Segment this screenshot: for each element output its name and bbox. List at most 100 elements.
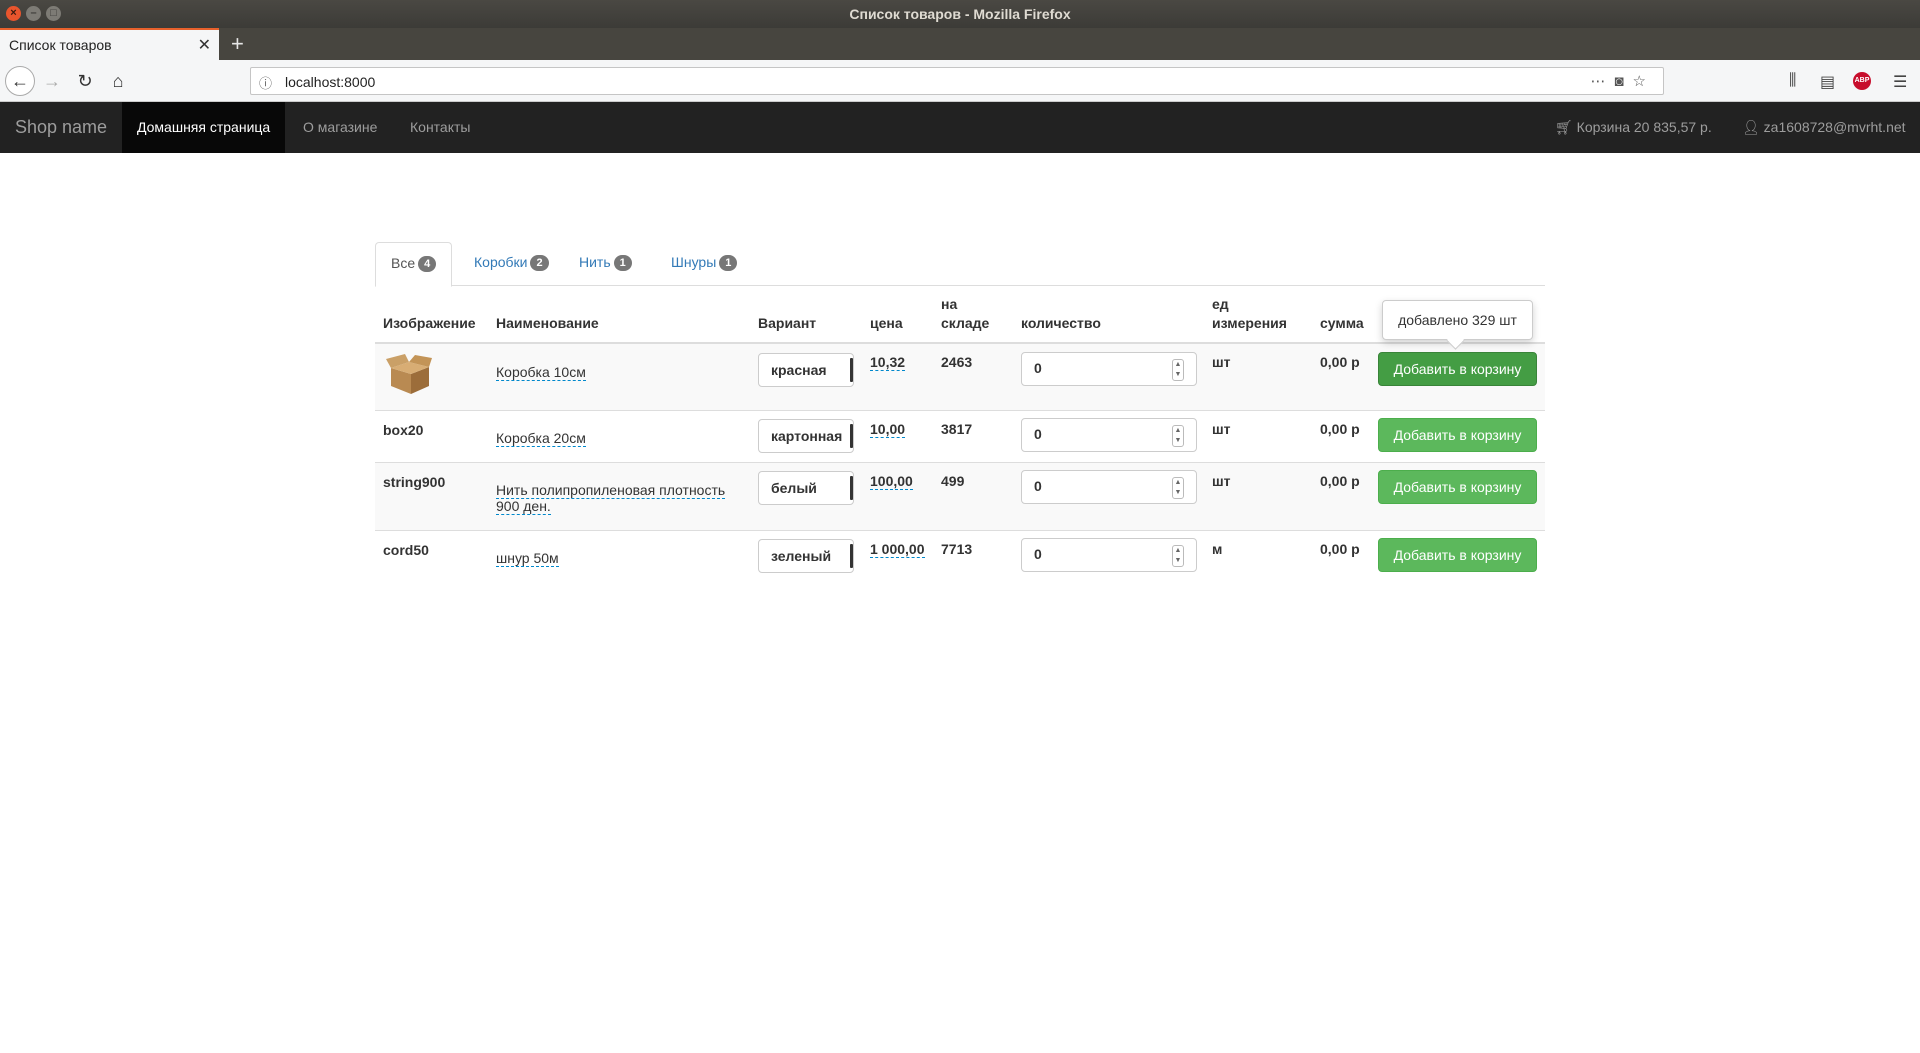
user-link[interactable]: 👤︎ za1608728@mvrht.net <box>1742 119 1906 136</box>
product-name-line1: Нить полипропиленовая плотность <box>496 482 726 499</box>
tab-boxes[interactable]: Коробки 2 <box>459 242 564 286</box>
tab-count-badge: 1 <box>719 255 738 271</box>
quantity-spinner-icon[interactable]: ▲ ▼ <box>1172 359 1184 381</box>
nav-contacts[interactable]: Контакты <box>395 102 485 153</box>
stock-value: 3817 <box>941 421 973 437</box>
price-value[interactable]: 10,00 <box>870 421 906 438</box>
back-arrow-icon[interactable]: ← <box>5 66 35 96</box>
stock-value: 499 <box>941 473 965 489</box>
quantity-spinner-icon[interactable]: ▲ ▼ <box>1172 477 1184 499</box>
add-to-cart-button[interactable]: Добавить в корзину <box>1378 538 1537 572</box>
variant-select[interactable]: картонная <box>758 419 854 453</box>
browser-tab-title: Список товаров <box>9 37 112 53</box>
tab-thread[interactable]: Нить 1 <box>564 242 647 286</box>
quantity-spinner-icon[interactable]: ▲ ▼ <box>1172 545 1184 567</box>
table-row: Коробка 10см красная 10,32 2463 0 ▲ ▼ шт 0… <box>375 344 1545 411</box>
browser-toolbar: ← → ↻ ⌂ ⓘ localhost:8000 ⋯◙☆ ⫼ ▤ ABP ☰ <box>0 60 1920 102</box>
reload-icon[interactable]: ↻ <box>71 67 99 95</box>
adblock-icon[interactable]: ABP <box>1853 72 1871 90</box>
nav-home[interactable]: Домашняя страница <box>122 102 286 153</box>
cart-icon: 🛒︎ <box>1555 119 1573 135</box>
quantity-value: 0 <box>1034 478 1042 494</box>
product-name-link[interactable]: Коробка 10см <box>496 364 586 381</box>
quantity-input[interactable]: 0 ▲ ▼ <box>1021 418 1197 452</box>
added-tooltip: добавлено 329 шт <box>1382 300 1533 340</box>
tab-label: Нить <box>579 254 611 270</box>
user-email: za1608728@mvrht.net <box>1763 119 1906 135</box>
quantity-input[interactable]: 0 ▲ ▼ <box>1021 470 1197 504</box>
url-text[interactable]: localhost:8000 <box>285 74 375 90</box>
pocket-icon[interactable]: ◙ <box>1614 73 1632 90</box>
url-bar[interactable]: ⓘ localhost:8000 ⋯◙☆ <box>250 67 1664 95</box>
close-tab-icon[interactable]: ✕ <box>198 35 211 55</box>
tab-cords[interactable]: Шнуры 1 <box>656 242 752 286</box>
tab-all[interactable]: Все 4 <box>375 242 453 287</box>
price-value[interactable]: 100,00 <box>870 473 913 490</box>
tab-count-badge: 4 <box>418 256 437 272</box>
quantity-value: 0 <box>1034 546 1042 562</box>
sum-value: 0,00 р <box>1320 541 1360 557</box>
tab-count-badge: 1 <box>613 255 632 271</box>
quantity-spinner-icon[interactable]: ▲ ▼ <box>1172 425 1184 447</box>
home-icon[interactable]: ⌂ <box>104 67 132 95</box>
browser-tabstrip: Список товаров ✕ + <box>0 28 1920 60</box>
product-name-link[interactable]: Нить полипропиленовая плотность 900 ден. <box>496 482 726 515</box>
menu-icon[interactable]: ☰ <box>1893 72 1907 92</box>
site-navbar: Shop name Домашняя страница О магазине К… <box>0 102 1920 153</box>
header-stock-line2: складе <box>941 315 990 331</box>
product-sku: box20 <box>383 422 424 438</box>
bookmark-star-icon[interactable]: ☆ <box>1633 73 1655 90</box>
new-tab-icon[interactable]: + <box>231 31 244 57</box>
variant-select[interactable]: красная <box>758 353 854 387</box>
forward-arrow-icon[interactable]: → <box>38 67 66 95</box>
quantity-value: 0 <box>1034 360 1042 376</box>
url-bar-actions[interactable]: ⋯◙☆ <box>1590 72 1655 90</box>
unit-value: м <box>1212 541 1223 557</box>
info-icon[interactable]: ⓘ <box>259 73 272 92</box>
product-sku: cord50 <box>383 542 429 558</box>
add-to-cart-button[interactable]: Добавить в корзину <box>1378 418 1537 452</box>
tab-label: Коробки <box>474 254 528 270</box>
header-qty: количество <box>1021 315 1101 331</box>
header-name: Наименование <box>496 315 599 331</box>
table-header: Изображение Наименование Вариант цена на… <box>375 286 1545 344</box>
unit-value: шт <box>1212 421 1231 437</box>
unit-value: шт <box>1212 354 1231 370</box>
header-stock: на складе <box>941 295 989 333</box>
quantity-value: 0 <box>1034 426 1042 442</box>
tab-label: Шнуры <box>671 254 717 270</box>
variant-select[interactable]: зеленый <box>758 539 854 573</box>
price-value[interactable]: 10,32 <box>870 354 906 371</box>
tab-count-badge: 2 <box>530 255 549 271</box>
add-to-cart-button[interactable]: Добавить в корзину <box>1378 352 1537 386</box>
sidebar-icon[interactable]: ▤ <box>1820 72 1835 92</box>
category-tabs: Все 4 Коробки 2 Нить 1 Шнуры 1 <box>375 242 1545 287</box>
table-row: box20 Коробка 20см картонная 10,00 3817 … <box>375 411 1545 463</box>
nav-about[interactable]: О магазине <box>288 102 392 153</box>
page-actions-icon[interactable]: ⋯ <box>1590 73 1614 90</box>
stock-value: 7713 <box>941 541 973 557</box>
header-variant: Вариант <box>758 315 817 331</box>
quantity-input[interactable]: 0 ▲ ▼ <box>1021 538 1197 572</box>
header-sum: сумма <box>1320 315 1364 331</box>
price-value[interactable]: 1 000,00 <box>870 541 925 558</box>
product-name-link[interactable]: шнур 50м <box>496 550 559 567</box>
table-row: string900 Нить полипропиленовая плотност… <box>375 463 1545 531</box>
cart-total: Корзина 20 835,57 р. <box>1576 119 1712 135</box>
cart-link[interactable]: 🛒︎ Корзина 20 835,57 р. <box>1555 119 1712 136</box>
header-price: цена <box>870 315 903 331</box>
site-brand[interactable]: Shop name <box>15 117 107 138</box>
unit-value: шт <box>1212 473 1231 489</box>
sum-value: 0,00 р <box>1320 354 1360 370</box>
product-name-link[interactable]: Коробка 20см <box>496 430 586 447</box>
header-unit: ед измерения <box>1212 295 1287 333</box>
quantity-input[interactable]: 0 ▲ ▼ <box>1021 352 1197 386</box>
variant-select[interactable]: белый <box>758 471 854 505</box>
user-icon: 👤︎ <box>1742 119 1760 135</box>
tab-label: Все <box>391 255 416 271</box>
add-to-cart-button[interactable]: Добавить в корзину <box>1378 470 1537 504</box>
browser-tab[interactable]: Список товаров ✕ <box>0 28 219 60</box>
product-name-line2: 900 ден. <box>496 498 551 515</box>
window-title: Список товаров - Mozilla Firefox <box>849 6 1071 22</box>
library-icon[interactable]: ⫼ <box>1789 72 1796 90</box>
